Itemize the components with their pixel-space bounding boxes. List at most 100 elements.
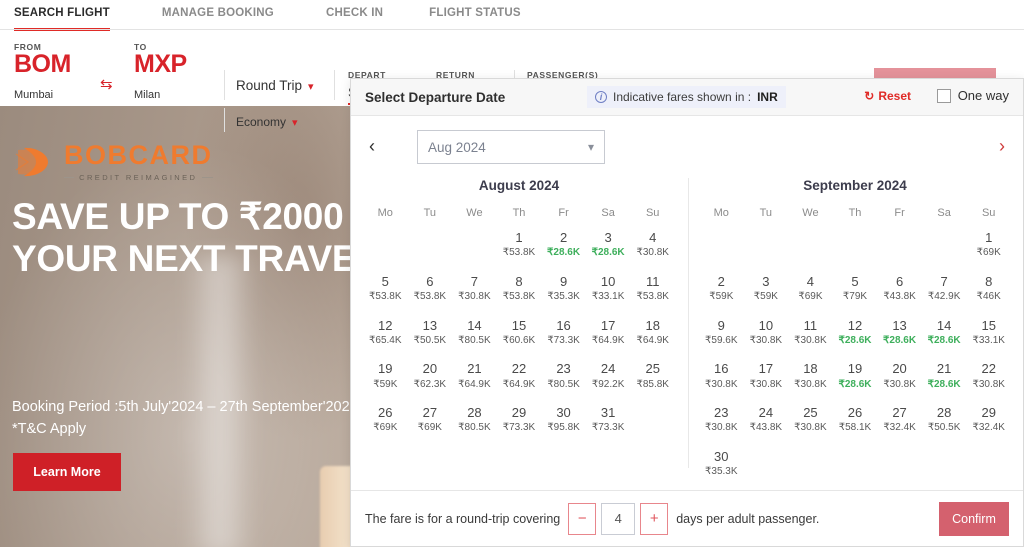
day-cell[interactable]: 25 ₹85.8K <box>630 358 675 394</box>
day-number: 10 <box>600 273 616 289</box>
day-cell[interactable]: 30 ₹35.3K <box>699 446 744 482</box>
day-cell[interactable]: 9 ₹59.6K <box>699 315 744 351</box>
day-cell[interactable]: 3 ₹28.6K <box>586 227 631 263</box>
day-cell[interactable]: 31 ₹73.3K <box>586 402 631 438</box>
trip-type-dropdown[interactable]: Round Trip ▾ <box>236 78 314 93</box>
day-fare: ₹80.5K <box>458 422 491 434</box>
month-year-select[interactable]: Aug 2024 ▾ <box>417 130 605 164</box>
day-cell[interactable]: 1 ₹53.8K <box>497 227 542 263</box>
day-cell[interactable]: 5 ₹53.8K <box>363 271 408 307</box>
tab-flight-status[interactable]: FLIGHT STATUS <box>429 0 521 19</box>
day-cell[interactable]: 8 ₹53.8K <box>497 271 542 307</box>
day-cell[interactable]: 11 ₹53.8K <box>630 271 675 307</box>
day-cell[interactable]: 4 ₹69K <box>788 271 833 307</box>
weekday: Su <box>981 207 996 219</box>
day-number: 13 <box>892 317 907 333</box>
day-cell[interactable]: 12 ₹65.4K <box>363 315 408 351</box>
days-value[interactable]: 4 <box>601 502 636 535</box>
day-cell[interactable]: 20 ₹62.3K <box>408 358 453 394</box>
day-cell[interactable]: 29 ₹73.3K <box>497 402 542 438</box>
day-cell[interactable]: 21 ₹28.6K <box>922 358 967 394</box>
day-cell[interactable]: 8 ₹46K <box>966 271 1011 307</box>
day-cell[interactable]: 19 ₹28.6K <box>833 358 878 394</box>
day-number: 22 <box>511 361 527 377</box>
day-cell[interactable]: 1 ₹69K <box>966 227 1011 263</box>
day-cell[interactable]: 25 ₹30.8K <box>788 402 833 438</box>
day-cell[interactable]: 27 ₹69K <box>408 402 453 438</box>
day-cell[interactable]: 15 ₹33.1K <box>966 315 1011 351</box>
one-way-toggle[interactable]: One way <box>936 88 1009 103</box>
day-fare: ₹30.8K <box>636 247 669 259</box>
learn-more-button[interactable]: Learn More <box>13 453 121 491</box>
day-cell[interactable]: 28 ₹50.5K <box>922 402 967 438</box>
day-cell[interactable]: 6 ₹53.8K <box>408 271 453 307</box>
swap-horizontal-icon[interactable]: ⇆ <box>100 75 113 93</box>
day-cell[interactable]: 6 ₹43.8K <box>877 271 922 307</box>
divider <box>224 108 225 132</box>
day-cell[interactable]: 27 ₹32.4K <box>877 402 922 438</box>
day-cell[interactable]: 18 ₹30.8K <box>788 358 833 394</box>
weekday: Su <box>645 207 660 219</box>
day-fare: ₹79K <box>842 291 868 302</box>
tab-label: SEARCH FLIGHT <box>14 7 110 19</box>
chevron-left-icon[interactable]: ‹ <box>369 136 375 157</box>
day-cell[interactable]: 18 ₹64.9K <box>630 315 675 351</box>
day-cell[interactable]: 7 ₹42.9K <box>922 271 967 307</box>
day-cell[interactable]: 23 ₹30.8K <box>699 402 744 438</box>
confirm-button[interactable]: Confirm <box>939 501 1009 536</box>
day-cell[interactable]: 23 ₹80.5K <box>541 358 586 394</box>
day-cell[interactable]: 16 ₹73.3K <box>541 315 586 351</box>
day-cell[interactable]: 10 ₹33.1K <box>586 271 631 307</box>
day-cell[interactable]: 26 ₹58.1K <box>833 402 878 438</box>
day-cell[interactable]: 22 ₹30.8K <box>966 358 1011 394</box>
day-cell[interactable]: 28 ₹80.5K <box>452 402 497 438</box>
day-cell[interactable]: 14 ₹80.5K <box>452 315 497 351</box>
day-cell[interactable]: 5 ₹79K <box>833 271 878 307</box>
day-cell[interactable]: 13 ₹28.6K <box>877 315 922 351</box>
day-cell[interactable]: 3 ₹59K <box>744 271 789 307</box>
chevron-right-icon[interactable]: › <box>999 136 1005 157</box>
day-cell[interactable]: 10 ₹30.8K <box>744 315 789 351</box>
day-cell[interactable]: 11 ₹30.8K <box>788 315 833 351</box>
day-cell[interactable]: 12 ₹28.6K <box>833 315 878 351</box>
day-cell[interactable]: 2 ₹28.6K <box>541 227 586 263</box>
day-cell[interactable]: 17 ₹64.9K <box>586 315 631 351</box>
day-fare: ₹95.8K <box>547 422 580 434</box>
day-cell[interactable]: 14 ₹28.6K <box>922 315 967 351</box>
day-cell[interactable]: 13 ₹50.5K <box>408 315 453 351</box>
day-number: 16 <box>714 361 729 377</box>
day-cell[interactable]: 29 ₹32.4K <box>966 402 1011 438</box>
day-cell[interactable]: 7 ₹30.8K <box>452 271 497 307</box>
day-cell[interactable]: 15 ₹60.6K <box>497 315 542 351</box>
day-cell[interactable]: 4 ₹30.8K <box>630 227 675 263</box>
cabin-class-dropdown[interactable]: Economy ▾ <box>236 115 298 129</box>
day-number: 3 <box>604 230 612 245</box>
day-cell[interactable]: 17 ₹30.8K <box>744 358 789 394</box>
origin-code: BOM <box>14 50 71 78</box>
origin-city: Mumbai <box>14 89 54 101</box>
weekday: Tu <box>759 207 773 219</box>
day-cell[interactable]: 16 ₹30.8K <box>699 358 744 394</box>
day-cell[interactable]: 30 ₹95.8K <box>541 402 586 438</box>
tab-check-in[interactable]: CHECK IN <box>326 0 383 19</box>
day-cell[interactable]: 9 ₹35.3K <box>541 271 586 307</box>
day-cell[interactable]: 21 ₹64.9K <box>452 358 497 394</box>
day-cell[interactable]: 19 ₹59K <box>363 358 408 394</box>
day-cell[interactable]: 24 ₹43.8K <box>744 402 789 438</box>
day-cell[interactable]: 24 ₹92.2K <box>586 358 631 394</box>
day-cell[interactable]: 26 ₹69K <box>363 402 408 438</box>
decrement-days-button[interactable]: − <box>568 502 597 535</box>
one-way-checkbox[interactable] <box>936 88 951 103</box>
day-cell[interactable]: 22 ₹64.9K <box>497 358 542 394</box>
day-number: 9 <box>717 317 725 333</box>
tab-manage-booking[interactable]: MANAGE BOOKING <box>162 0 274 19</box>
day-cell[interactable]: 20 ₹30.8K <box>877 358 922 394</box>
increment-days-button[interactable]: + <box>640 502 669 535</box>
origin-selector[interactable]: FROM BOM Mumbai <box>14 42 114 101</box>
tab-search-flight[interactable]: SEARCH FLIGHT <box>14 0 110 31</box>
destination-selector[interactable]: TO MXP Milan <box>134 42 234 101</box>
day-number: 2 <box>717 273 725 289</box>
day-cell[interactable]: 2 ₹59K <box>699 271 744 307</box>
reset-button[interactable]: ↻ Reset <box>864 89 911 103</box>
day-fare: ₹28.6K <box>591 247 625 259</box>
